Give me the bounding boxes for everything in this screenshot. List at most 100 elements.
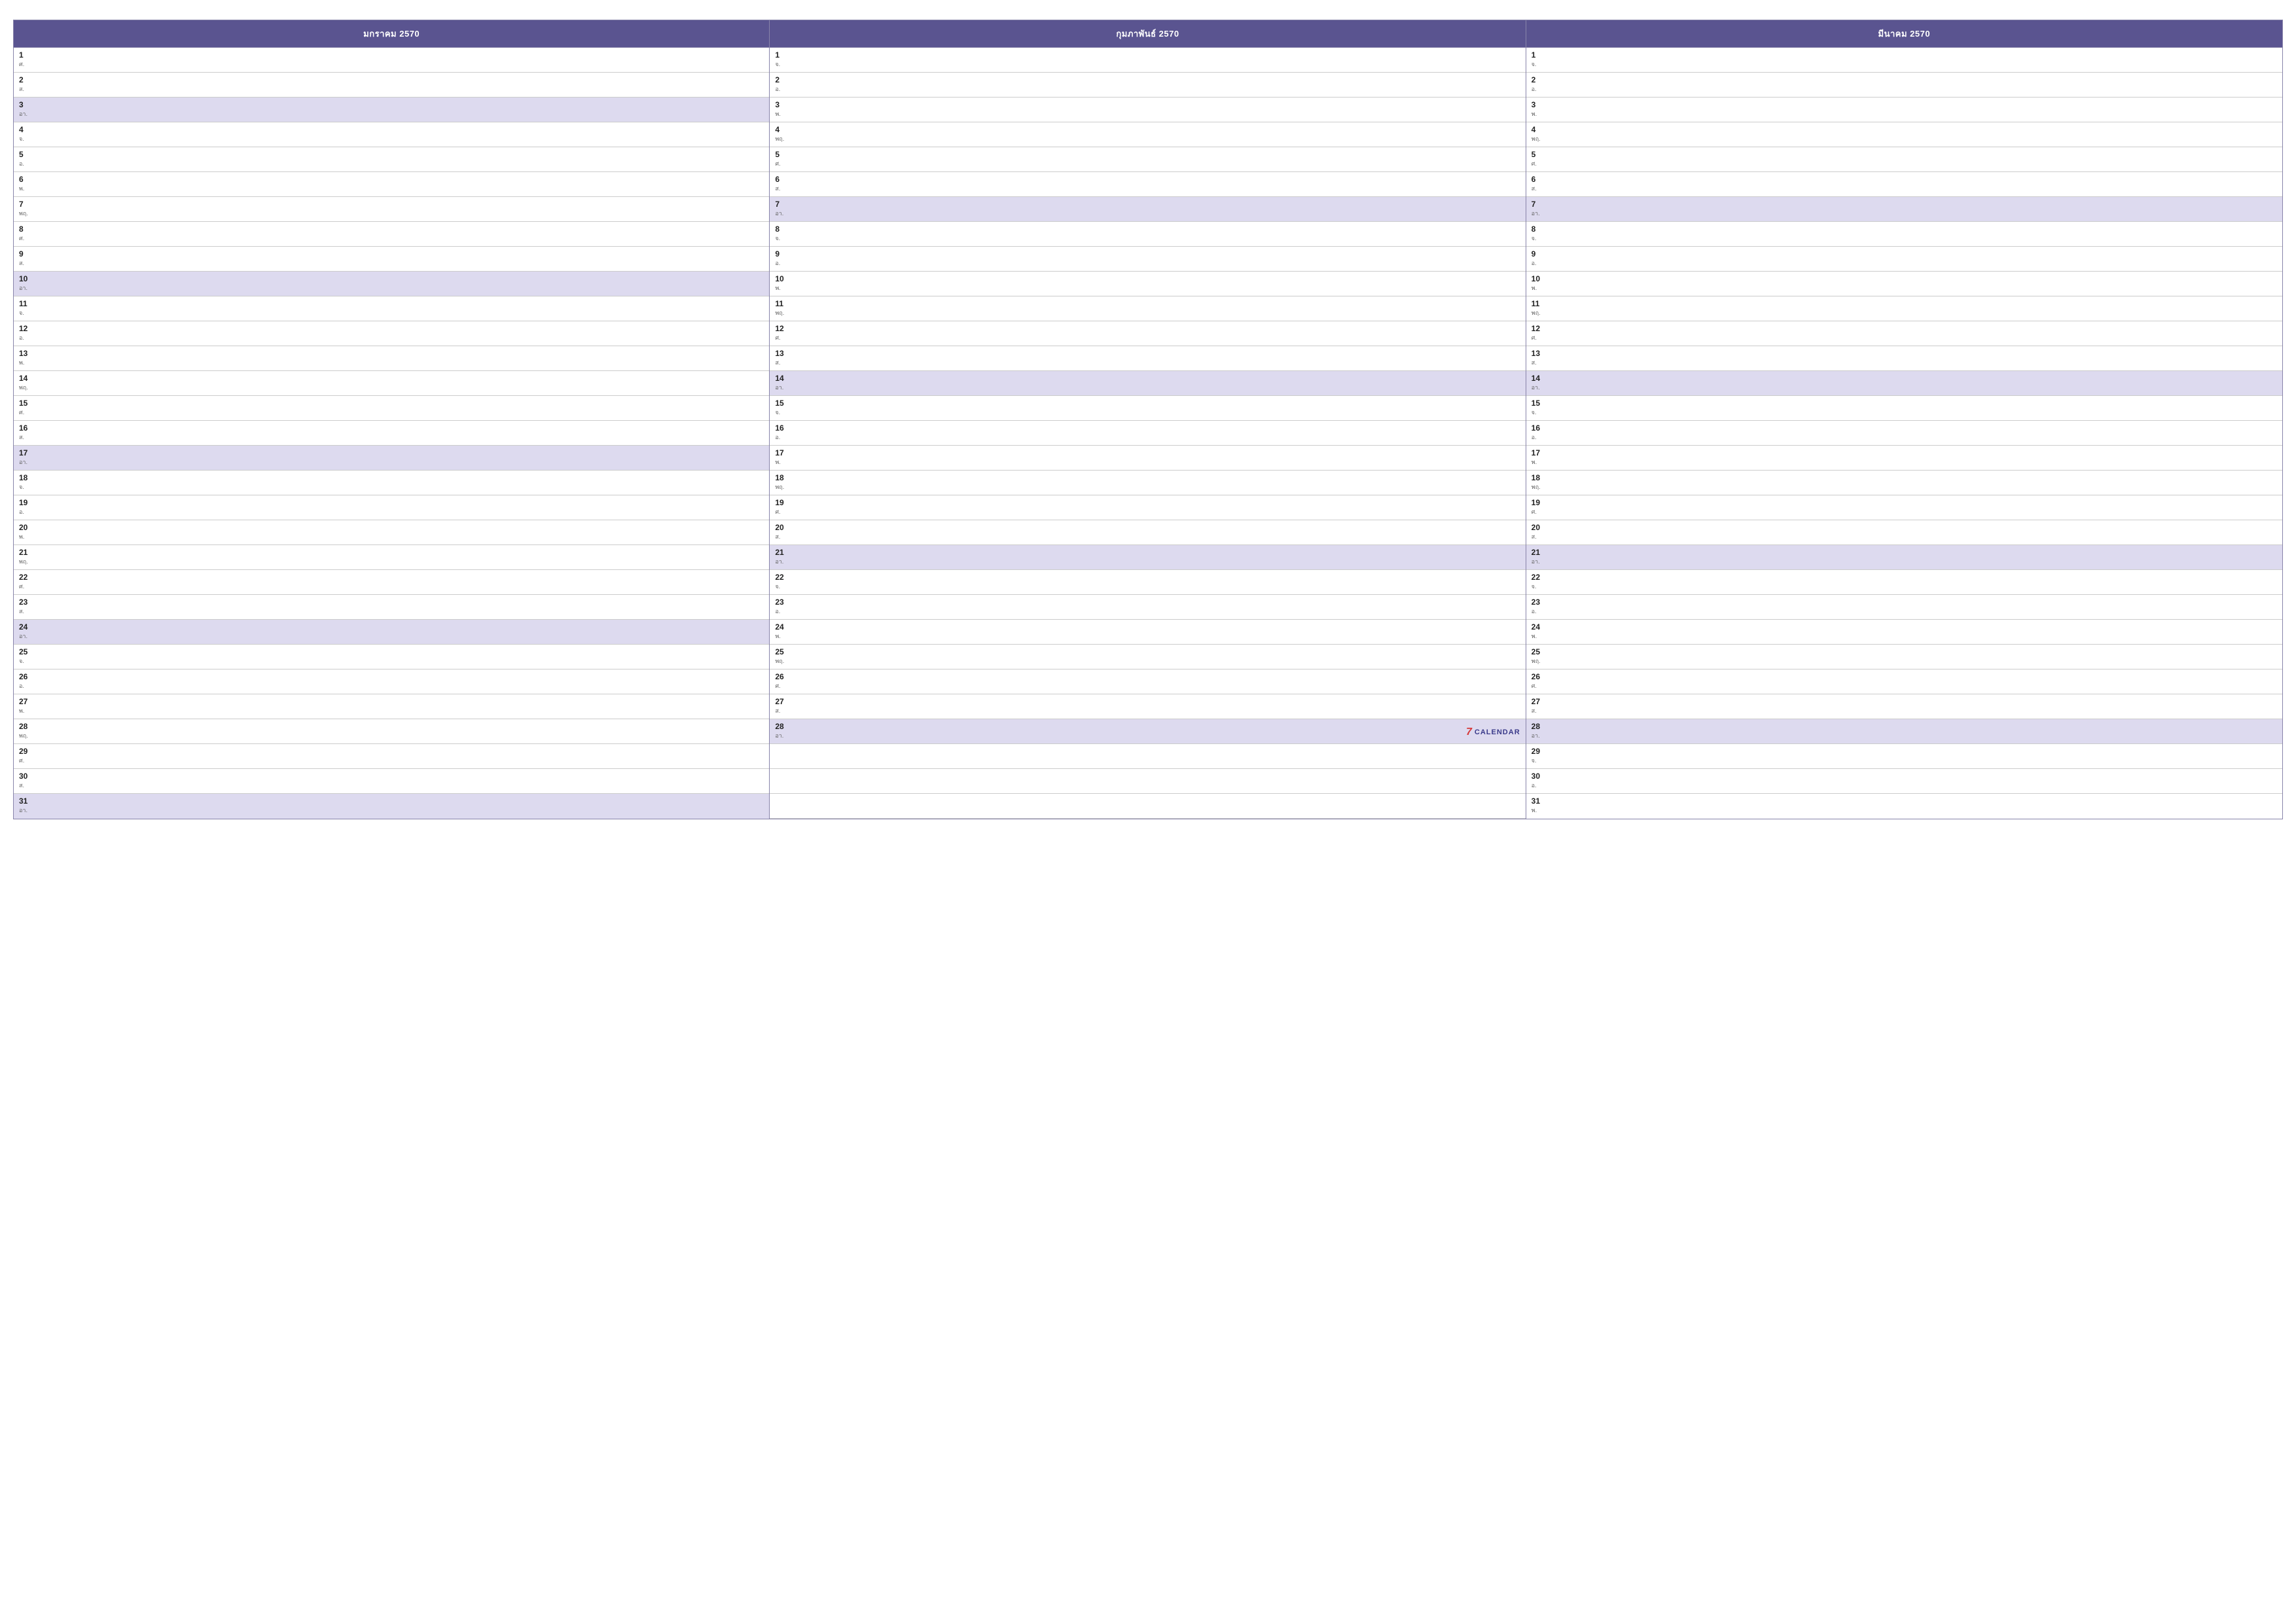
day-row: 29จ. [1526, 744, 2282, 769]
day-abbr: อา. [19, 285, 764, 292]
day-abbr: ส. [775, 359, 1520, 366]
day-abbr: พฤ. [775, 484, 1520, 491]
day-number: 24 [19, 622, 764, 633]
day-number: 29 [19, 746, 764, 757]
day-row: 9ส. [14, 247, 769, 272]
day-number: 12 [775, 323, 1520, 334]
day-row: 19อ. [14, 495, 769, 520]
day-row: 3พ. [1526, 98, 2282, 122]
day-row: 6ส. [1526, 172, 2282, 197]
day-abbr: อ. [19, 508, 764, 516]
day-number: 31 [19, 796, 764, 807]
day-number: 17 [1532, 448, 2277, 459]
day-number: 20 [19, 522, 764, 533]
day-number: 22 [19, 572, 764, 583]
day-row: 13ส. [770, 346, 1525, 371]
day-row: 4พฤ. [1526, 122, 2282, 147]
day-number: 1 [775, 50, 1520, 61]
day-abbr: ศ. [19, 757, 764, 764]
day-abbr: อ. [775, 86, 1520, 93]
day-row: 15จ. [770, 396, 1525, 421]
day-row: 18พฤ. [770, 471, 1525, 495]
day-row: 20พ. [14, 520, 769, 545]
day-number: 18 [1532, 473, 2277, 484]
calendar-grid: มกราคม 25701ศ.2ส.3อา.4จ.5อ.6พ.7พฤ.8ศ.9ส.… [13, 20, 2283, 819]
day-number: 3 [1532, 99, 2277, 111]
day-row: 6พ. [14, 172, 769, 197]
day-number: 7 [19, 199, 764, 210]
day-number: 8 [775, 224, 1520, 235]
day-number: 24 [1532, 622, 2277, 633]
day-row: 5ศ. [770, 147, 1525, 172]
day-row: 21อา. [770, 545, 1525, 570]
day-row: 4พฤ. [770, 122, 1525, 147]
day-row: 28พฤ. [14, 719, 769, 744]
day-row: 28อา. [1526, 719, 2282, 744]
day-abbr: จ. [775, 409, 1520, 416]
day-row: 22ศ. [14, 570, 769, 595]
day-number: 20 [1532, 522, 2277, 533]
day-number: 3 [19, 99, 764, 111]
day-number: 5 [775, 149, 1520, 160]
day-number: 10 [19, 274, 764, 285]
day-number: 1 [1532, 50, 2277, 61]
day-abbr: จ. [19, 135, 764, 143]
day-abbr: พฤ. [19, 210, 764, 217]
day-abbr: จ. [775, 61, 1520, 68]
day-row: 22จ. [1526, 570, 2282, 595]
day-row: 7อา. [770, 197, 1525, 222]
day-number: 15 [19, 398, 764, 409]
day-number: 10 [775, 274, 1520, 285]
day-abbr: พ. [775, 633, 1520, 640]
day-row: 19ศ. [770, 495, 1525, 520]
day-number: 7 [775, 199, 1520, 210]
day-abbr: พฤ. [1532, 135, 2277, 143]
day-abbr: อ. [1532, 782, 2277, 789]
day-abbr: ส. [1532, 185, 2277, 192]
day-row: 25จ. [14, 645, 769, 669]
day-abbr: ศ. [775, 334, 1520, 342]
day-number: 9 [19, 249, 764, 260]
day-row: 3พ. [770, 98, 1525, 122]
day-number: 4 [19, 124, 764, 135]
day-abbr: อา. [775, 558, 1520, 565]
day-abbr: ศ. [775, 683, 1520, 690]
day-number: 29 [1532, 746, 2277, 757]
day-abbr: ศ. [19, 583, 764, 590]
day-row: 18พฤ. [1526, 471, 2282, 495]
day-abbr: จ. [1532, 235, 2277, 242]
day-number: 7 [1532, 199, 2277, 210]
day-abbr: อา. [775, 384, 1520, 391]
day-row: 1ศ. [14, 48, 769, 73]
month-header-1: มกราคม 2570 [14, 20, 769, 48]
day-number: 6 [775, 174, 1520, 185]
day-number: 23 [775, 597, 1520, 608]
day-abbr: อ. [775, 608, 1520, 615]
day-row: 10อา. [14, 272, 769, 296]
month-col-2: กุมภาพันธ์ 25701จ.2อ.3พ.4พฤ.5ศ.6ส.7อา.8จ… [770, 20, 1526, 819]
day-row: 21อา. [1526, 545, 2282, 570]
day-number: 13 [19, 348, 764, 359]
day-row: 3อา. [14, 98, 769, 122]
watermark-text: CALENDAR [1475, 728, 1520, 736]
day-number: 30 [19, 771, 764, 782]
day-row: 13พ. [14, 346, 769, 371]
day-abbr: ศ. [775, 160, 1520, 168]
day-row: 12ศ. [1526, 321, 2282, 346]
day-abbr: อา. [19, 459, 764, 466]
day-number: 19 [19, 497, 764, 508]
day-row: 28อา.7CALENDAR [770, 719, 1525, 744]
day-number: 2 [19, 75, 764, 86]
day-row: 11พฤ. [1526, 296, 2282, 321]
day-row: 9อ. [1526, 247, 2282, 272]
day-number: 31 [1532, 796, 2277, 807]
day-row: 15จ. [1526, 396, 2282, 421]
day-number: 27 [1532, 696, 2277, 707]
day-number: 14 [1532, 373, 2277, 384]
day-row: 5ศ. [1526, 147, 2282, 172]
day-number: 12 [19, 323, 764, 334]
day-abbr: ส. [1532, 533, 2277, 541]
day-abbr: อ. [1532, 86, 2277, 93]
day-abbr: ศ. [1532, 683, 2277, 690]
day-number: 25 [775, 647, 1520, 658]
